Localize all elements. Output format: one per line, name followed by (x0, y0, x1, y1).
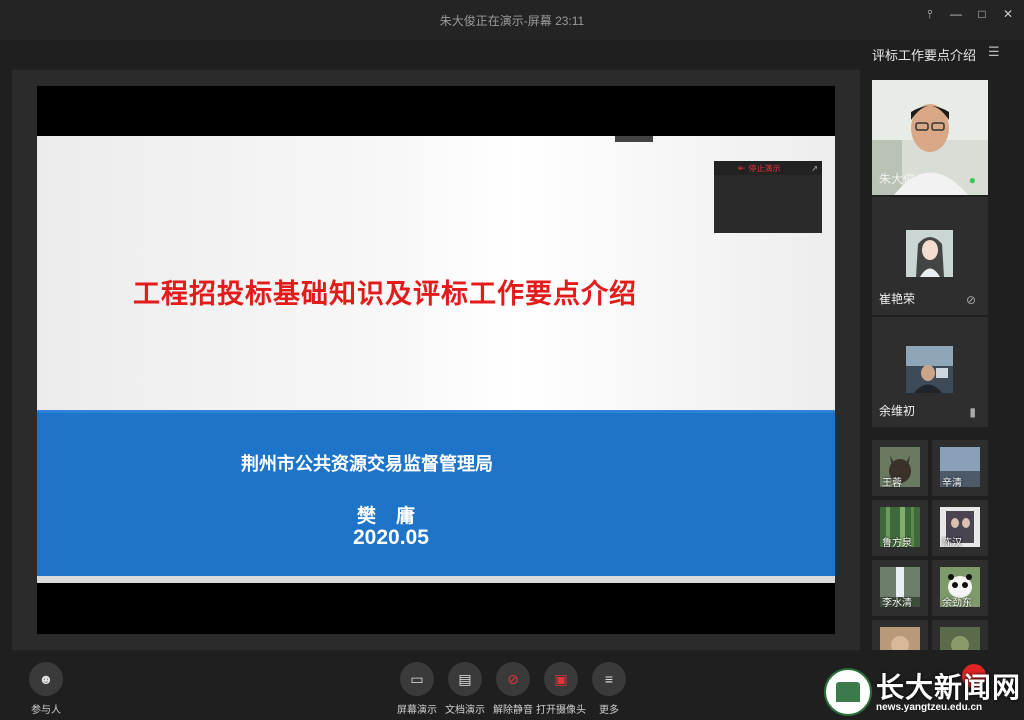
meeting-window: 朱大俊正在演示-屏幕 23:11 ⫯ — □ ✕ 工程招投标基础知识及评标工作要… (0, 0, 1024, 720)
more-button[interactable]: ≡ 更多 (579, 662, 639, 716)
participant-name: 辛清 (942, 478, 962, 489)
slide-title: 工程招投标基础知识及评标工作要点介绍 (133, 279, 637, 310)
participant-thumb[interactable]: 陈汉 (932, 500, 988, 556)
participant-name: 鲁方泉 (882, 538, 912, 549)
participant-name: 余维初 (879, 404, 916, 418)
share-toolbar-tab[interactable] (615, 136, 653, 142)
pin-icon[interactable]: ⫯ (922, 6, 938, 22)
participant-tile-1[interactable]: 朱大俊 ● (872, 80, 988, 195)
watermark-text: 长大新闻网 (876, 671, 1022, 704)
more-label: 更多 (599, 705, 619, 716)
mic-icon: ▮ (969, 405, 976, 419)
participant-thumb[interactable]: 李水清 (872, 560, 928, 616)
title-bar: 朱大俊正在演示-屏幕 23:11 ⫯ — □ ✕ (0, 0, 1024, 40)
mic-active-icon: ● (968, 173, 976, 187)
participant-name: 王蓉 (882, 478, 902, 489)
screen-share-icon: ▭ (400, 662, 434, 696)
participant-avatar (906, 230, 953, 277)
participant-tile-3[interactable]: 余维初 ▮ (872, 317, 988, 427)
participant-name: 李水清 (882, 598, 912, 609)
minimize-icon[interactable]: — (948, 6, 964, 22)
participant-avatar (940, 627, 980, 650)
slide-bottom-strip (37, 576, 835, 583)
slide-organization: 荆州市公共资源交易监督管理局 (241, 454, 493, 475)
document-icon: ▤ (448, 662, 482, 696)
participants-label: 参与人 (31, 705, 61, 716)
university-seal-icon (824, 668, 872, 716)
participants-button[interactable]: ☻ 参与人 (16, 662, 76, 716)
watermark: 长大新闻网 news.yangtzeu.edu.cn (822, 664, 1024, 720)
participant-name: 朱大俊 (879, 172, 916, 186)
participant-avatar (906, 346, 953, 393)
exit-icon: ⇤ (738, 162, 746, 173)
participant-thumb[interactable] (932, 620, 988, 650)
participant-name: 余劲东 (942, 598, 972, 609)
participant-thumb[interactable]: 余劲东 (932, 560, 988, 616)
mic-muted-icon: ⊘ (496, 662, 530, 696)
participant-thumb[interactable]: 鲁方泉 (872, 500, 928, 556)
participant-name: 崔艳荣 (879, 292, 916, 306)
participant-thumb[interactable]: 辛清 (932, 440, 988, 496)
window-title: 朱大俊正在演示-屏幕 23:11 (439, 14, 585, 28)
participant-tile-2[interactable]: 崔艳荣 ⊘ (872, 197, 988, 315)
expand-icon[interactable]: ↗ (811, 164, 818, 173)
list-collapse-icon[interactable]: ☰ (988, 44, 1000, 60)
close-icon[interactable]: ✕ (1000, 6, 1016, 22)
camera-off-icon: ▣ (544, 662, 578, 696)
participant-name: 陈汉 (942, 538, 962, 549)
slide-blue-band: 荆州市公共资源交易监督管理局 樊庸 2020.05 (37, 413, 835, 576)
participant-thumb[interactable]: 王蓉 (872, 440, 928, 496)
window-controls: ⫯ — □ ✕ (922, 6, 1016, 22)
slide-date: 2020.05 (353, 526, 429, 549)
participant-avatar (880, 627, 920, 650)
mic-muted-icon: ⊘ (965, 293, 976, 307)
menu-icon: ≡ (592, 662, 626, 696)
stop-share-label[interactable]: 停止演示 (749, 163, 781, 174)
stop-share-overlay: ⇤ 停止演示 ↗ (714, 161, 822, 233)
panel-title: 评标工作要点介绍 (872, 48, 977, 63)
participant-thumb[interactable] (872, 620, 928, 650)
watermark-url: news.yangtzeu.edu.cn (876, 702, 983, 713)
maximize-icon[interactable]: □ (974, 6, 990, 22)
stop-share-bar[interactable]: ⇤ 停止演示 ↗ (714, 161, 822, 175)
slide-speaker: 樊庸 (357, 505, 436, 527)
people-icon: ☻ (29, 662, 63, 696)
